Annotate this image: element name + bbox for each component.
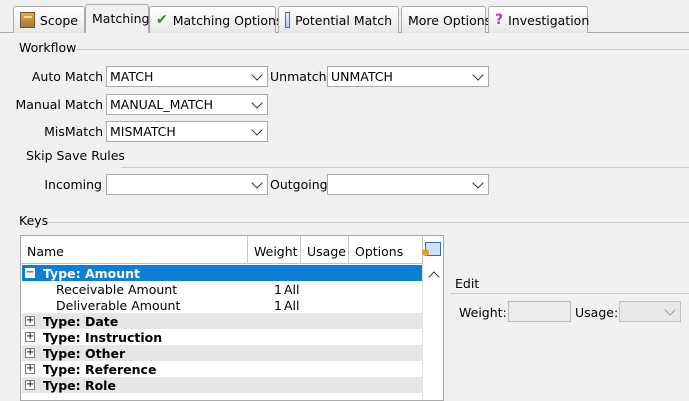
manual-match-label: Manual Match <box>15 97 103 112</box>
tab-matching-options-label: Matching Options <box>172 12 283 28</box>
unmatch-label: Unmatch <box>270 69 327 84</box>
tree-row-deliverable-amount[interactable]: Deliverable Amount 1 All <box>22 297 422 313</box>
tab-potential-match-label: Potential Match <box>295 12 392 28</box>
unmatch-value: UNMATCH <box>331 69 393 84</box>
workflow-title: Workflow <box>19 40 77 55</box>
keys-title: Keys <box>19 213 49 228</box>
weight-input[interactable] <box>508 301 571 322</box>
edit-title: Edit <box>455 276 480 291</box>
column-config-button[interactable] <box>422 236 443 264</box>
weight-label: Weight: <box>459 305 507 320</box>
expand-icon[interactable]: + <box>25 380 35 390</box>
outgoing-select[interactable] <box>327 174 489 195</box>
manual-match-select[interactable]: MANUAL_MATCH <box>106 94 268 115</box>
tree-row-label: Deliverable Amount <box>56 298 181 313</box>
workflow-divider <box>76 49 689 50</box>
tree-row-weight: 1 <box>274 298 282 313</box>
tab-matching-options[interactable]: ✔ Matching Options <box>149 6 282 33</box>
expand-icon[interactable]: + <box>25 316 35 326</box>
outgoing-label: Outgoing <box>270 177 328 192</box>
tab-investigation-label: Investigation <box>508 12 590 28</box>
keys-divider <box>48 222 689 223</box>
tree-group-label: Type: Reference <box>43 362 157 377</box>
tree-group-instruction[interactable]: + Type: Instruction <box>22 329 422 345</box>
tree-group-label: Type: Other <box>43 346 126 361</box>
collapse-icon[interactable]: − <box>25 268 35 278</box>
vertical-scrollbar[interactable] <box>422 264 443 400</box>
chevron-down-icon <box>472 69 484 81</box>
mismatch-label: MisMatch <box>44 124 103 139</box>
skip-save-divider <box>121 167 689 168</box>
column-header-name[interactable]: Name <box>21 236 248 264</box>
expand-icon[interactable]: + <box>25 364 35 374</box>
chevron-down-icon <box>251 124 263 136</box>
incoming-select[interactable] <box>106 174 268 195</box>
tab-scope[interactable]: Scope <box>13 6 85 33</box>
tab-scope-label: Scope <box>39 12 78 28</box>
tree-group-amount[interactable]: − Type: Amount <box>22 265 422 281</box>
tab-more-options[interactable]: More Options <box>401 6 491 33</box>
expand-icon[interactable]: + <box>25 332 35 342</box>
tab-potential-match[interactable]: Potential Match <box>278 6 399 33</box>
tab-matching-label: Matching <box>92 11 150 26</box>
expand-icon[interactable]: + <box>25 348 35 358</box>
auto-match-value: MATCH <box>110 69 154 84</box>
usage-select[interactable] <box>619 301 681 322</box>
tree-group-reference[interactable]: + Type: Reference <box>22 361 422 377</box>
checkmark-icon: ✔ <box>156 12 168 28</box>
chevron-down-icon <box>251 97 263 109</box>
edit-divider <box>450 293 689 294</box>
manual-match-value: MANUAL_MATCH <box>110 97 213 112</box>
mismatch-value: MISMATCH <box>110 124 176 139</box>
keys-table-header: Name Weight Usage Options <box>21 236 422 264</box>
tree-group-label: Type: Role <box>43 378 116 393</box>
column-header-options[interactable]: Options <box>349 236 422 264</box>
tab-investigation[interactable]: ? Investigation <box>488 6 590 33</box>
tab-bar: Scope Matching ✔ Matching Options Potent… <box>0 0 689 33</box>
incoming-label: Incoming <box>44 177 102 192</box>
column-header-weight[interactable]: Weight <box>248 236 301 264</box>
column-header-usage[interactable]: Usage <box>301 236 349 264</box>
tree-group-other[interactable]: + Type: Other <box>22 345 422 361</box>
keys-table: Name Weight Usage Options − Type: Amount… <box>20 235 444 401</box>
tree-row-receivable-amount[interactable]: Receivable Amount 1 All <box>22 281 422 297</box>
investigation-icon: ? <box>495 12 504 28</box>
chevron-up-icon[interactable] <box>428 271 440 283</box>
chevron-down-icon <box>472 177 484 189</box>
auto-match-label: Auto Match <box>31 69 103 84</box>
tree-row-usage: All <box>284 282 300 297</box>
tree-row-weight: 1 <box>274 282 282 297</box>
tree-row-label: Receivable Amount <box>56 282 178 297</box>
box-icon <box>20 12 35 28</box>
tree-group-label: Type: Instruction <box>43 330 163 345</box>
tree-group-label: Type: Date <box>43 314 119 329</box>
match-icon <box>285 12 291 28</box>
mismatch-select[interactable]: MISMATCH <box>106 121 268 142</box>
column-config-icon <box>422 242 441 256</box>
auto-match-select[interactable]: MATCH <box>106 66 268 87</box>
chevron-down-icon <box>664 304 676 316</box>
unmatch-select[interactable]: UNMATCH <box>327 66 489 87</box>
tree-row-usage: All <box>284 298 300 313</box>
tab-matching[interactable]: Matching <box>85 4 149 33</box>
tab-more-options-label: More Options <box>408 12 492 28</box>
chevron-down-icon <box>251 177 263 189</box>
usage-label: Usage: <box>575 305 619 320</box>
tree-group-label: Type: Amount <box>43 266 141 281</box>
tree-group-role[interactable]: + Type: Role <box>22 377 422 393</box>
skip-save-title: Skip Save Rules <box>26 148 125 163</box>
chevron-down-icon <box>251 69 263 81</box>
tree-group-date[interactable]: + Type: Date <box>22 313 422 329</box>
